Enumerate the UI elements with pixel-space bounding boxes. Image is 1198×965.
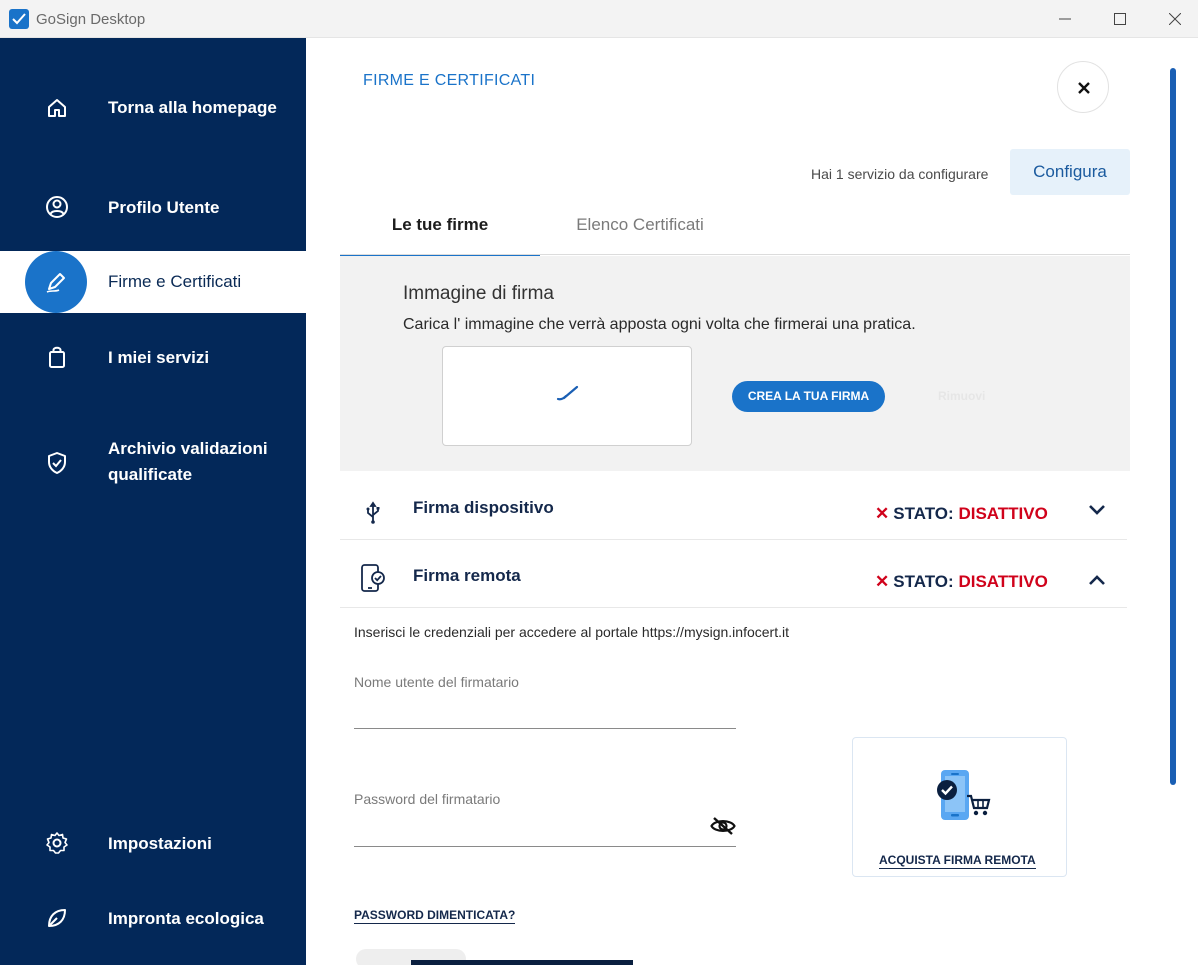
password-label: Password del firmatario [354, 791, 501, 807]
status-label: STATO: [893, 504, 954, 523]
window-close-button[interactable] [1152, 6, 1198, 32]
sidebar-item-impronta[interactable]: Impronta ecologica [0, 903, 306, 935]
page-title: FIRME E CERTIFICATI [363, 72, 536, 89]
scrollbar-thumb[interactable] [1170, 68, 1176, 785]
crea-firma-button[interactable]: CREA LA TUA FIRMA [732, 381, 885, 412]
config-status-text: Hai 1 servizio da configurare [811, 166, 989, 182]
chevron-up-icon[interactable] [1088, 574, 1106, 586]
leaf-icon [48, 909, 66, 927]
signature-scribble-icon [556, 385, 579, 401]
sidebar-item-label: Profilo Utente [108, 198, 220, 217]
status-value: DISATTIVO [958, 504, 1048, 523]
sidebar-item-impostazioni[interactable]: Impostazioni [0, 828, 306, 860]
rimuovi-button[interactable]: Rimuovi [938, 389, 985, 403]
accordion-firma-dispositivo[interactable]: Firma dispositivo ✕ STATO: DISATTIVO [340, 472, 1127, 540]
shopping-bag-icon [49, 346, 65, 368]
main-panel: FIRME E CERTIFICATI Hai 1 servizio da co… [306, 38, 1198, 965]
signature-preview-box[interactable] [442, 346, 692, 446]
status-badge: ✕ STATO: DISATTIVO [875, 572, 1048, 592]
status-label: STATO: [893, 572, 954, 591]
status-badge: ✕ STATO: DISATTIVO [875, 504, 1048, 524]
phone-cart-icon [937, 770, 991, 820]
eye-off-icon[interactable] [710, 816, 736, 836]
accordion-title: Firma dispositivo [413, 498, 554, 517]
signature-image-panel: Immagine di firma Carica l' immagine che… [340, 256, 1130, 471]
status-value: DISATTIVO [958, 572, 1048, 591]
title-bar: GoSign Desktop [0, 0, 1198, 38]
username-label: Nome utente del firmatario [354, 674, 519, 690]
sidebar-item-label: Firme e Certificati [108, 272, 242, 291]
buy-remote-signature-link[interactable]: ACQUISTA FIRMA REMOTA [879, 853, 1036, 869]
accordion-firma-remota[interactable]: Firma remota ✕ STATO: DISATTIVO [340, 540, 1127, 608]
sidebar-item-label: Torna alla homepage [108, 98, 277, 117]
home-icon [48, 99, 66, 117]
sidebar-item-profilo[interactable]: Profilo Utente [0, 192, 306, 224]
sidebar-item-label: Impronta ecologica [108, 909, 264, 928]
credentials-instructions: Inserisci le credenziali per accedere al… [354, 624, 789, 640]
close-button[interactable] [1057, 61, 1109, 113]
sidebar-item-homepage[interactable]: Torna alla homepage [0, 92, 306, 124]
signature-image-description: Carica l' immagine che verrà apposta ogn… [403, 316, 916, 333]
shield-check-icon [48, 452, 66, 474]
window-title: GoSign Desktop [36, 11, 146, 28]
sidebar-item-firme[interactable]: Firme e Certificati [0, 251, 306, 313]
cross-icon: ✕ [875, 572, 890, 591]
sidebar-item-label: I miei servizi [108, 348, 210, 367]
phone-check-icon [361, 564, 385, 592]
tab-divider [340, 254, 1130, 255]
app-logo-icon [9, 9, 29, 29]
tab-le-tue-firme[interactable]: Le tue firme [340, 206, 540, 256]
user-circle-icon [46, 196, 68, 218]
username-input[interactable] [354, 728, 736, 729]
bottom-edge-bar [411, 960, 633, 965]
pen-signature-icon [46, 273, 65, 293]
close-icon [1078, 82, 1090, 94]
configura-button[interactable]: Configura [1010, 149, 1130, 195]
tab-elenco-certificati[interactable]: Elenco Certificati [540, 206, 740, 256]
sidebar: Torna alla homepage Profilo Utente Firme… [0, 38, 306, 965]
sidebar-item-label: Archivio validazioni qualificate [108, 439, 268, 484]
app-window: GoSign Desktop Torna alla homepage Profi… [0, 0, 1198, 965]
sidebar-item-archivio[interactable]: Archivio validazioni qualificate [0, 436, 306, 492]
gear-icon [46, 832, 68, 854]
active-indicator [25, 251, 87, 313]
chevron-down-icon[interactable] [1088, 504, 1106, 516]
sidebar-item-servizi[interactable]: I miei servizi [0, 342, 306, 374]
maximize-button[interactable] [1097, 6, 1143, 32]
buy-remote-signature-card[interactable]: ACQUISTA FIRMA REMOTA [852, 737, 1067, 877]
cross-icon: ✕ [875, 504, 890, 523]
sidebar-item-label: Impostazioni [108, 834, 212, 853]
minimize-button[interactable] [1042, 6, 1088, 32]
signature-image-title: Immagine di firma [403, 283, 554, 304]
password-input[interactable] [354, 846, 736, 847]
usb-icon [366, 501, 380, 524]
forgot-password-link[interactable]: PASSWORD DIMENTICATA? [354, 908, 516, 924]
accordion-title: Firma remota [413, 566, 521, 585]
